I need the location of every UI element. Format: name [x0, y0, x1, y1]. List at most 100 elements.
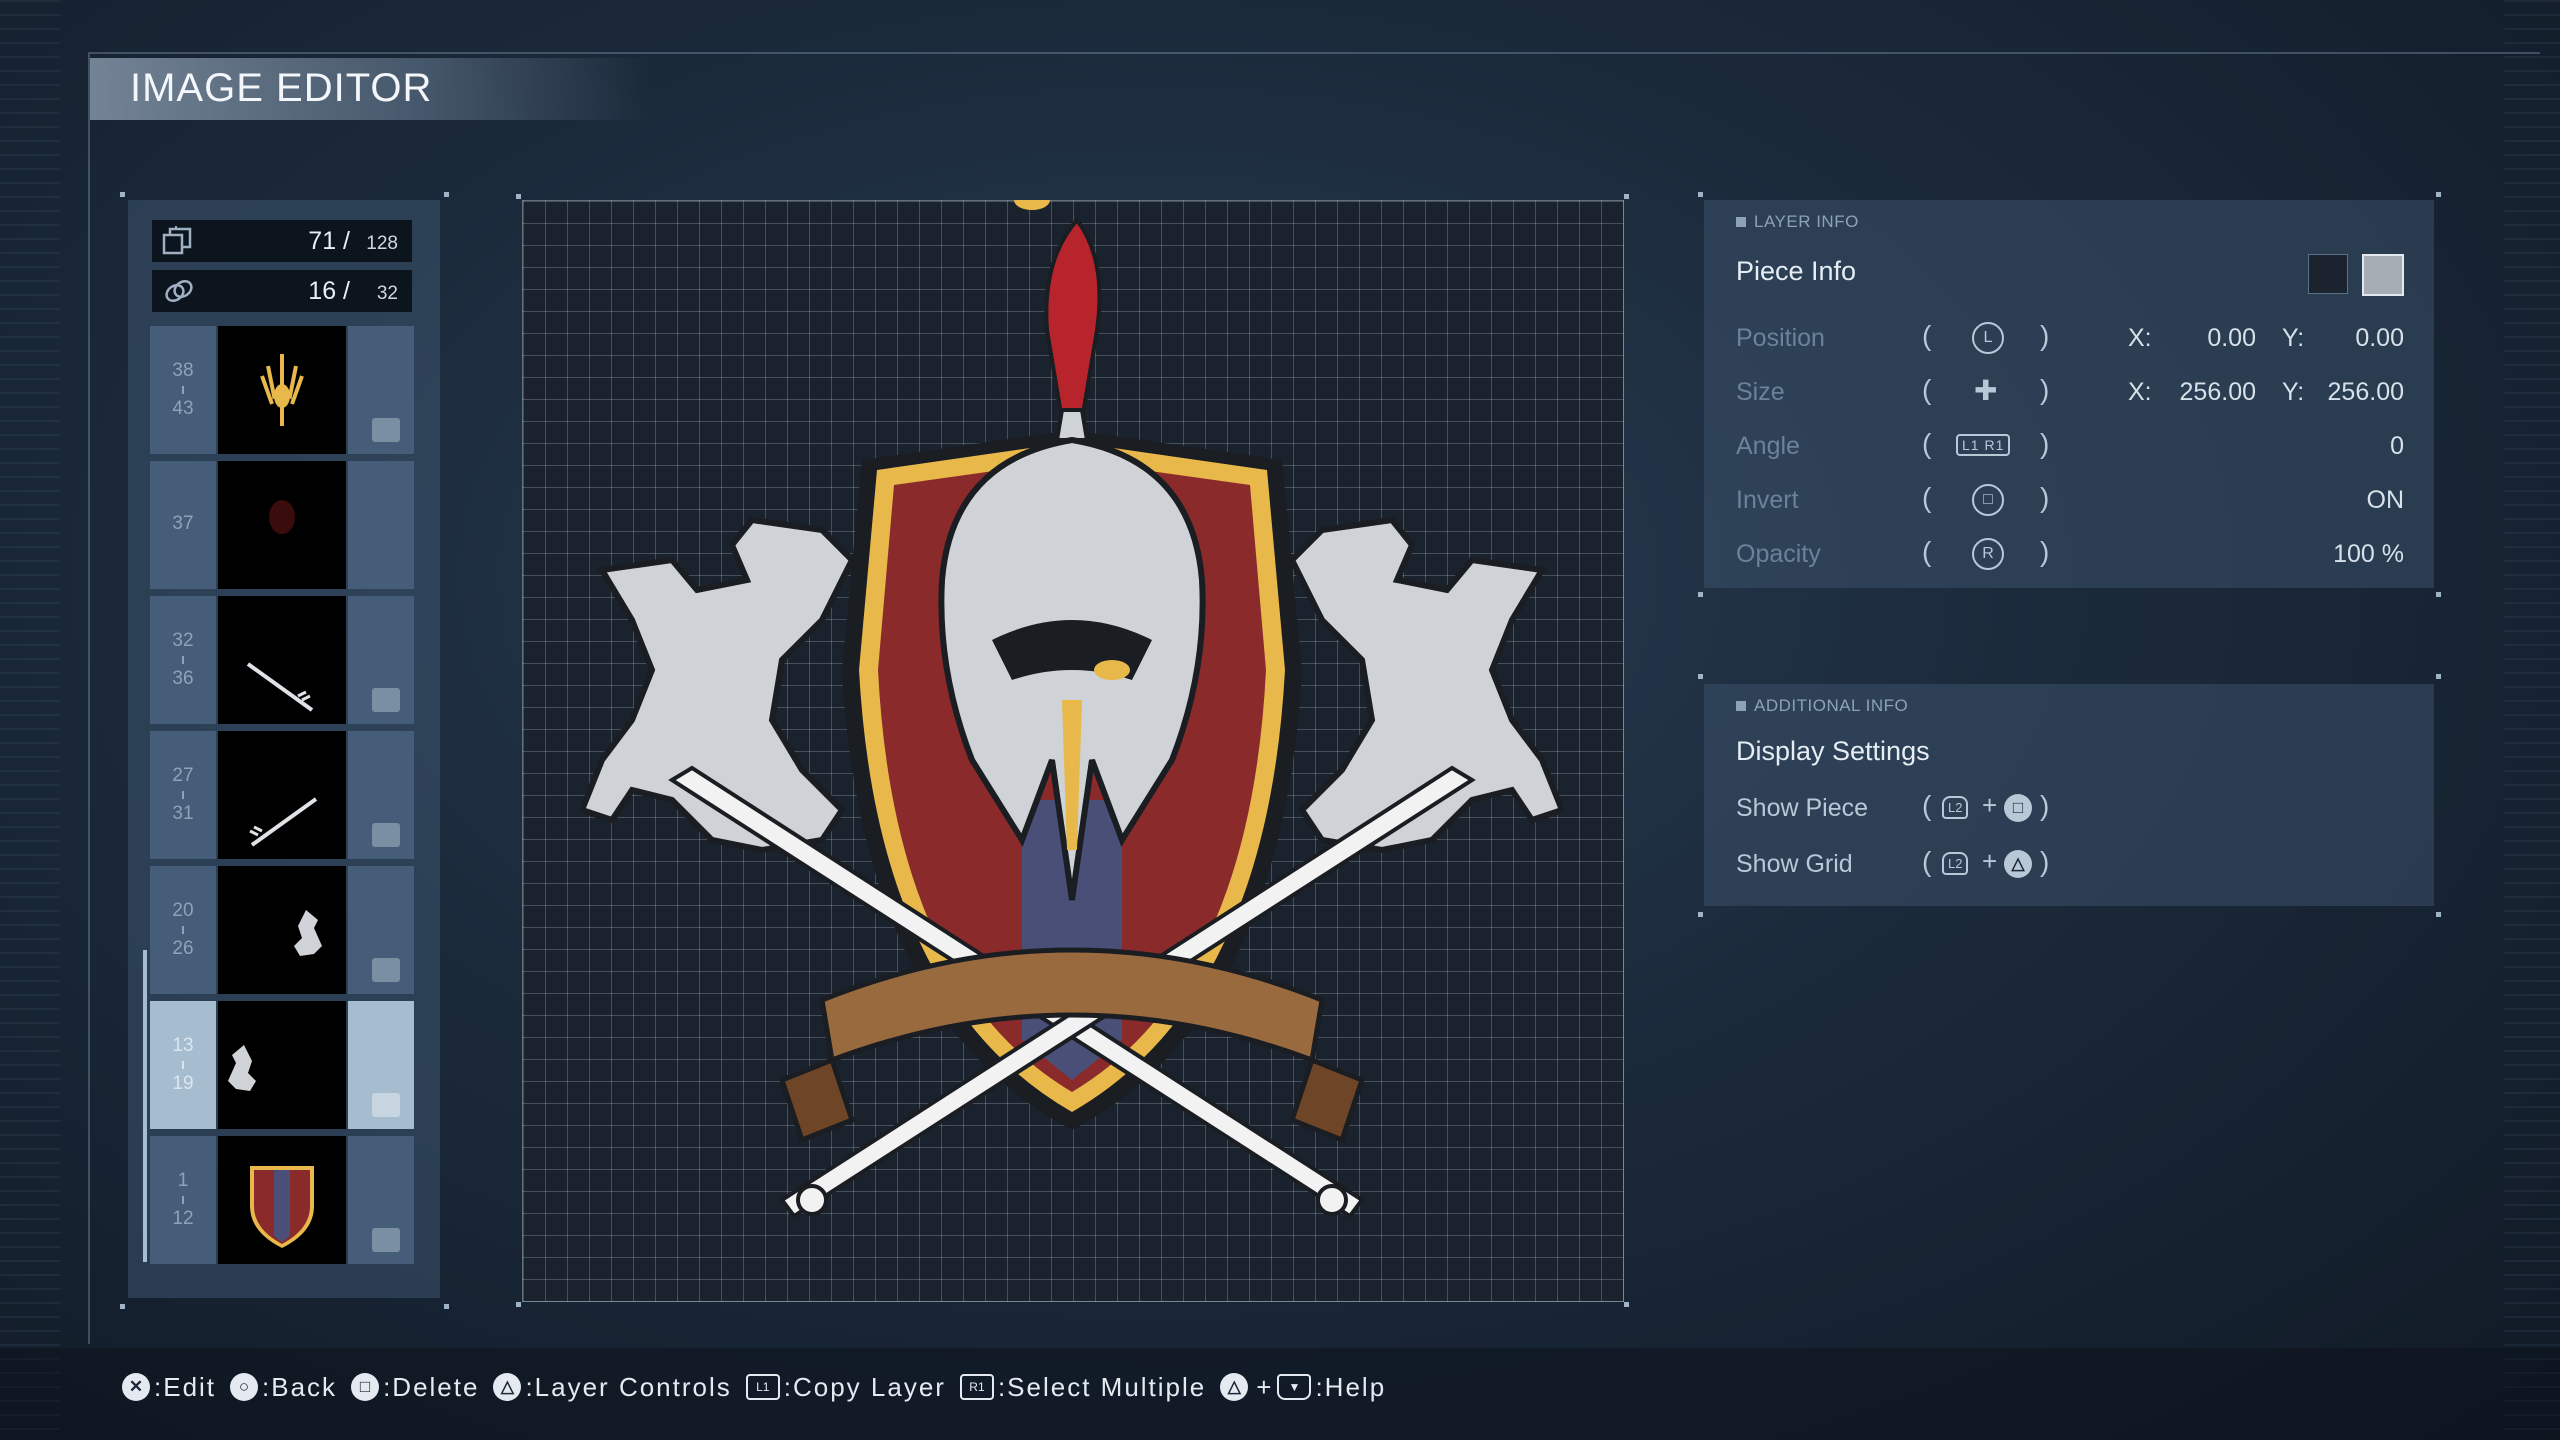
layer-row[interactable]: 38 43: [150, 326, 414, 454]
layer-range: 37: [150, 461, 216, 589]
square-button-icon: □: [1972, 484, 2004, 516]
layer-count-max: 128: [366, 233, 398, 254]
layer-range-start: 32: [172, 630, 194, 651]
angle-label: Angle: [1736, 432, 1800, 460]
position-label: Position: [1736, 324, 1825, 352]
opacity-value: 100 %: [2333, 540, 2404, 568]
button-help-bar: ✕:Edit ○:Back □:Delete △:Layer Controls …: [122, 1364, 1400, 1410]
link-count-max: 32: [376, 283, 398, 304]
layer-thumbnail[interactable]: [218, 731, 346, 859]
right-stick-icon: R: [1972, 538, 2004, 570]
layer-controls-hint[interactable]: △:Layer Controls: [493, 1372, 731, 1403]
dpad-icon: ✚: [1974, 375, 1998, 406]
delete-hint[interactable]: □:Delete: [351, 1372, 479, 1403]
layer-row[interactable]: 20 26: [150, 866, 414, 994]
layer-range-start: 27: [172, 765, 194, 786]
layer-thumbnail[interactable]: [218, 596, 346, 724]
size-y-label: Y:: [2282, 378, 2305, 406]
triangle-button-icon: △: [1220, 1373, 1249, 1401]
layer-range-start: 38: [172, 360, 194, 381]
layer-range: 13 19: [150, 1001, 216, 1129]
touchpad-down-icon: ▼: [1277, 1374, 1312, 1400]
copy-layer-hint-label: :Copy Layer: [783, 1371, 946, 1402]
plus-sign: +: [1256, 1371, 1274, 1402]
layer-count-value: 71 /: [308, 227, 350, 255]
layer-thumbnail[interactable]: [218, 326, 346, 454]
square-button-icon: □: [2004, 794, 2032, 822]
plus-sign: +: [1982, 790, 1998, 820]
layer-range-end: 36: [172, 668, 194, 689]
layer-range-end: 19: [172, 1073, 194, 1094]
layer-thumbnail[interactable]: [218, 1001, 346, 1129]
corner-dot: [516, 194, 521, 199]
piece-color-swatch[interactable]: [2362, 254, 2404, 296]
layer-list: 38 43 37 32 36 27 31 20 26 13 19 1 12: [150, 326, 414, 1264]
l1-button-icon: L1: [745, 1374, 780, 1400]
layer-scrollbar[interactable]: [143, 950, 147, 1262]
layer-range: 1 12: [150, 1136, 216, 1264]
plus-sign: +: [1982, 846, 1998, 876]
layer-range: 32 36: [150, 596, 216, 724]
corner-dot: [2436, 912, 2441, 917]
back-hint[interactable]: ○:Back: [230, 1372, 337, 1403]
square-button-icon: □: [351, 1373, 380, 1401]
link-icon: [372, 418, 400, 442]
corner-dot: [120, 1304, 125, 1309]
layer-row[interactable]: 37: [150, 461, 414, 589]
corner-dot: [120, 192, 125, 197]
size-x-value: 256.00: [2179, 378, 2256, 406]
layer-row[interactable]: 32 36: [150, 596, 414, 724]
circle-button-icon: ○: [230, 1373, 259, 1401]
layer-row-selected[interactable]: 13 19: [150, 1001, 414, 1129]
position-y-label: Y:: [2282, 324, 2305, 352]
edit-hint[interactable]: ✕:Edit: [122, 1372, 216, 1403]
position-x-label: X:: [2128, 324, 2152, 352]
layer-range: 27 31: [150, 731, 216, 859]
corner-dot: [1698, 192, 1703, 197]
back-hint-label: :Back: [262, 1371, 338, 1402]
help-hint[interactable]: △ + ▼:Help: [1220, 1372, 1386, 1403]
layer-thumbnail[interactable]: [218, 866, 346, 994]
layer-range-end: 26: [172, 938, 194, 959]
link-icon: [372, 823, 400, 847]
l2-button-icon: L2: [1942, 796, 1969, 819]
layer-range-start: 13: [172, 1035, 194, 1056]
triangle-button-icon: △: [493, 1373, 522, 1401]
additional-info-tag-text: ADDITIONAL INFO: [1754, 696, 1909, 715]
select-multiple-hint-label: :Select Multiple: [997, 1371, 1207, 1402]
size-y-value: 256.00: [2327, 378, 2404, 406]
left-edge-decoration: [0, 0, 60, 1440]
layer-range: 38 43: [150, 326, 216, 454]
show-piece-label: Show Piece: [1736, 794, 1869, 822]
link-icon: [372, 1228, 400, 1252]
chain-link-icon: [162, 275, 196, 307]
layer-thumbnail[interactable]: [218, 461, 346, 589]
corner-dot: [1624, 1302, 1629, 1307]
layer-range: 20 26: [150, 866, 216, 994]
position-x-value: 0.00: [2207, 324, 2256, 352]
layer-row[interactable]: 1 12: [150, 1136, 414, 1264]
layer-thumbnail[interactable]: [218, 1136, 346, 1264]
l1-r1-icon: L1 R1: [1956, 434, 2011, 456]
copy-layer-hint[interactable]: L1:Copy Layer: [745, 1371, 946, 1403]
size-label: Size: [1736, 378, 1785, 406]
cross-button-icon: ✕: [122, 1373, 150, 1401]
edit-hint-label: :Edit: [154, 1371, 217, 1402]
layer-info-tag: LAYER INFO: [1736, 212, 1859, 232]
triangle-button-icon: △: [2004, 850, 2032, 878]
layer-controls-hint-label: :Layer Controls: [525, 1371, 732, 1402]
layer-info-tag-text: LAYER INFO: [1754, 212, 1859, 231]
layer-row[interactable]: 27 31: [150, 731, 414, 859]
corner-dot: [1698, 674, 1703, 679]
opacity-label: Opacity: [1736, 540, 1821, 568]
invert-value: ON: [2366, 486, 2405, 514]
select-multiple-hint[interactable]: R1:Select Multiple: [959, 1371, 1207, 1403]
piece-thumbnail: [2308, 254, 2348, 294]
corner-dot: [516, 1302, 521, 1307]
layer-range-end: 12: [172, 1208, 194, 1229]
additional-info-tag: ADDITIONAL INFO: [1736, 696, 1908, 716]
corner-dot: [444, 1304, 449, 1309]
link-count: 16 / 32: [152, 270, 412, 312]
layer-range-end: 43: [172, 398, 194, 419]
show-grid-label: Show Grid: [1736, 850, 1853, 878]
